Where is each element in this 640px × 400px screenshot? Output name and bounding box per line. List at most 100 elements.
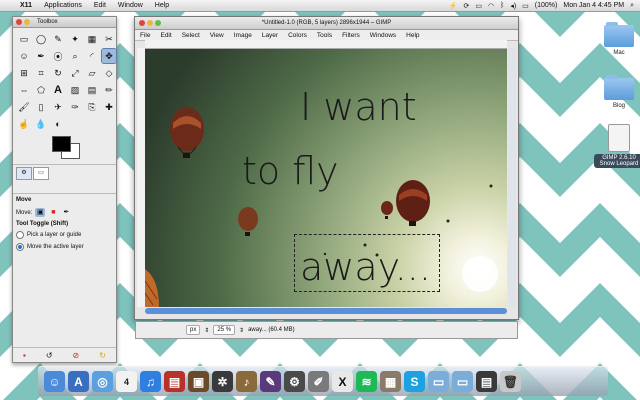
move-selection-mode-icon[interactable]: ■: [48, 208, 58, 217]
preview-icon[interactable]: ▦: [380, 371, 401, 392]
battery-icon[interactable]: ▭: [522, 2, 529, 10]
delete-options-icon[interactable]: ⊘: [73, 351, 80, 360]
move-tool-icon[interactable]: ✥: [101, 48, 117, 64]
menu-image[interactable]: Image: [229, 32, 257, 39]
trash-icon[interactable]: 🗑: [500, 371, 521, 392]
tab-device-status[interactable]: ▭: [33, 167, 49, 180]
horizontal-scrollbar[interactable]: [145, 308, 507, 314]
save-options-icon[interactable]: ▪: [23, 351, 26, 360]
menu-colors[interactable]: Colors: [283, 32, 312, 39]
tab-tool-options[interactable]: ⚙: [16, 167, 32, 180]
downloads-stack-icon[interactable]: ▤: [476, 371, 497, 392]
paths-tool-icon[interactable]: ✒: [34, 49, 48, 63]
wifi-icon[interactable]: ◠: [488, 2, 494, 10]
menu-help[interactable]: Help: [149, 2, 175, 9]
display-icon[interactable]: ▭: [475, 2, 482, 10]
blend-tool-icon[interactable]: ▤: [85, 83, 99, 97]
cage-tool-icon[interactable]: ⬠: [34, 83, 48, 97]
ellipse-select-tool-icon[interactable]: ◯: [34, 32, 48, 46]
foreground-color-swatch[interactable]: [52, 136, 71, 152]
desktop-folder-mac[interactable]: Mac: [594, 22, 640, 57]
sync-icon[interactable]: ⟳: [464, 2, 470, 10]
vertical-scrollbar[interactable]: [508, 48, 516, 307]
option-pick-layer[interactable]: Pick a layer or guide: [13, 229, 116, 241]
shear-tool-icon[interactable]: ▱: [85, 66, 99, 80]
minimize-icon[interactable]: [24, 19, 30, 25]
image-canvas[interactable]: I want to fly away...: [145, 49, 507, 307]
menu-window[interactable]: Window: [112, 2, 149, 9]
zoom-tool-icon[interactable]: ⌕: [68, 49, 82, 63]
chevron-updown-icon[interactable]: ⇕: [239, 327, 244, 334]
menu-windows[interactable]: Windows: [365, 32, 401, 39]
rotate-tool-icon[interactable]: ↻: [51, 66, 65, 80]
desktop-disk-gimp[interactable]: GIMP 2.6.10 Snow Leopard: [594, 124, 640, 168]
dashboard-icon[interactable]: ✎: [260, 371, 281, 392]
unit-select[interactable]: px: [186, 325, 201, 335]
applications-folder-icon[interactable]: ▭: [428, 371, 449, 392]
color-picker-tool-icon[interactable]: ⦿: [51, 49, 65, 63]
horizontal-ruler[interactable]: [145, 40, 507, 49]
gimp-icon[interactable]: ✐: [308, 371, 329, 392]
photo-booth-icon[interactable]: ▤: [164, 371, 185, 392]
skype-icon[interactable]: S: [404, 371, 425, 392]
align-tool-icon[interactable]: ⊞: [17, 66, 31, 80]
crop-tool-icon[interactable]: ⌗: [34, 66, 48, 80]
menu-edit[interactable]: Edit: [155, 32, 176, 39]
menu-select[interactable]: Select: [177, 32, 205, 39]
restore-options-icon[interactable]: ↺: [46, 351, 53, 360]
pencil-tool-icon[interactable]: ✏: [102, 83, 116, 97]
menu-edit[interactable]: Edit: [88, 2, 112, 9]
gear-icon[interactable]: ⚙: [284, 371, 305, 392]
ink-tool-icon[interactable]: ✑: [68, 100, 82, 114]
garageband-icon[interactable]: ♪: [236, 371, 257, 392]
spotify-icon[interactable]: ≋: [356, 371, 377, 392]
smudge-tool-icon[interactable]: ☝: [17, 117, 31, 131]
x11-icon[interactable]: X: [332, 371, 353, 392]
spotlight-search-icon[interactable]: ⌕: [630, 2, 634, 10]
blur-tool-icon[interactable]: 💧: [34, 117, 48, 131]
aperture-icon[interactable]: ✲: [212, 371, 233, 392]
move-layer-mode-icon[interactable]: ▣: [35, 208, 46, 217]
measure-tool-icon[interactable]: ◜: [85, 49, 99, 63]
radio-pick-layer[interactable]: [16, 231, 24, 239]
close-icon[interactable]: [16, 19, 22, 25]
maximize-icon[interactable]: [155, 20, 161, 26]
toolbox-titlebar[interactable]: Toolbox: [13, 17, 116, 28]
fuzzy-select-tool-icon[interactable]: ✦: [68, 32, 82, 46]
perspective-tool-icon[interactable]: ◇: [102, 66, 116, 80]
image-window-titlebar[interactable]: *Untitled-1.0 (RGB, 5 layers) 2896x1944 …: [135, 17, 518, 30]
eraser-tool-icon[interactable]: ▯: [34, 100, 48, 114]
zoom-select[interactable]: 25 %: [213, 325, 236, 335]
flip-tool-icon[interactable]: ⇔: [17, 83, 31, 97]
menubar-clock[interactable]: Mon Jan 4 4:45 PM: [563, 2, 624, 9]
flash-icon[interactable]: ⚡: [449, 2, 458, 10]
menu-app-name[interactable]: X11: [14, 2, 38, 9]
rect-select-tool-icon[interactable]: ▭: [17, 32, 31, 46]
airbrush-tool-icon[interactable]: ✈: [51, 100, 65, 114]
move-path-mode-icon[interactable]: ✒: [61, 208, 71, 217]
option-move-active-layer[interactable]: Move the active layer: [13, 241, 116, 253]
menu-help[interactable]: Help: [401, 32, 424, 39]
heal-tool-icon[interactable]: ✚: [102, 100, 116, 114]
menu-applications[interactable]: Applications: [38, 2, 88, 9]
documents-folder-icon[interactable]: ▭: [452, 371, 473, 392]
itunes-icon[interactable]: ♫: [140, 371, 161, 392]
desktop-folder-blog[interactable]: Blog: [594, 75, 640, 110]
minimize-icon[interactable]: [147, 20, 153, 26]
volume-icon[interactable]: ◂): [510, 2, 516, 10]
paintbrush-tool-icon[interactable]: 🖌: [17, 100, 31, 114]
menu-tools[interactable]: Tools: [312, 32, 337, 39]
chevron-updown-icon[interactable]: ⇕: [204, 327, 209, 334]
menu-filters[interactable]: Filters: [337, 32, 365, 39]
foreground-select-tool-icon[interactable]: ☺: [17, 49, 31, 63]
select-by-color-tool-icon[interactable]: ▦: [85, 32, 99, 46]
free-select-tool-icon[interactable]: ✎: [51, 32, 65, 46]
safari-icon[interactable]: ◎: [92, 371, 113, 392]
app-store-icon[interactable]: A: [68, 371, 89, 392]
bucket-fill-tool-icon[interactable]: ▨: [68, 83, 82, 97]
menu-layer[interactable]: Layer: [257, 32, 283, 39]
calendar-icon[interactable]: 4: [116, 371, 137, 392]
scale-tool-icon[interactable]: ⤢: [68, 66, 82, 80]
iphoto-icon[interactable]: ▣: [188, 371, 209, 392]
radio-move-active-layer[interactable]: [16, 243, 24, 251]
